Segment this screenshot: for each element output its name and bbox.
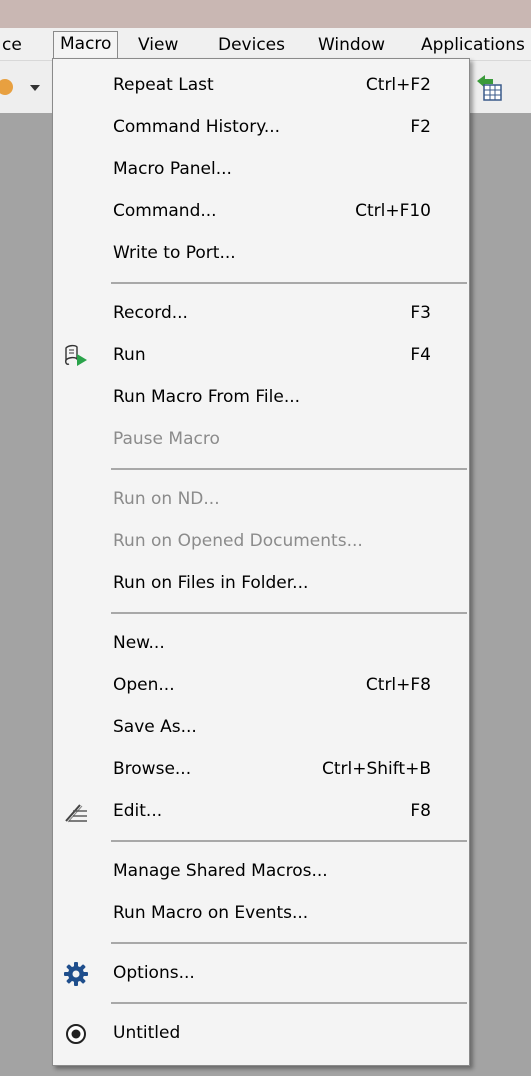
menu-item-label: Untitled bbox=[113, 1023, 181, 1043]
menu-item-run-on-opened-documents: Run on Opened Documents... bbox=[53, 523, 469, 561]
menu-item-run-macro-on-events[interactable]: Run Macro on Events... bbox=[53, 895, 469, 933]
menu-item-pause-macro: Pause Macro bbox=[53, 421, 469, 459]
menu-item-label: Run on ND... bbox=[113, 489, 220, 509]
menu-item-label: Repeat Last bbox=[113, 75, 214, 95]
menu-item-label: Open... bbox=[113, 675, 175, 695]
menubar-item-view[interactable]: View bbox=[138, 33, 178, 59]
menubar-item-applications[interactable]: Applications bbox=[421, 33, 525, 59]
menu-item-shortcut: F2 bbox=[410, 117, 431, 137]
toolbar-dropdown-icon[interactable] bbox=[0, 75, 50, 105]
menu-item-label: Run bbox=[113, 345, 146, 365]
menu-item-label: Pause Macro bbox=[113, 429, 220, 449]
menu-item-new[interactable]: New... bbox=[53, 625, 469, 663]
menu-item-label: New... bbox=[113, 633, 165, 653]
menu-item-label: Save As... bbox=[113, 717, 197, 737]
menu-item-edit[interactable]: Edit... F8 bbox=[53, 793, 469, 831]
menu-item-label: Options... bbox=[113, 963, 195, 983]
menu-item-record[interactable]: Record... F3 bbox=[53, 295, 469, 333]
menubar-item-devices[interactable]: Devices bbox=[218, 33, 285, 59]
menu-item-open[interactable]: Open... Ctrl+F8 bbox=[53, 667, 469, 705]
run-macro-icon bbox=[63, 343, 89, 369]
menu-item-label: Write to Port... bbox=[113, 243, 236, 263]
menu-item-repeat-last[interactable]: Repeat Last Ctrl+F2 bbox=[53, 67, 469, 105]
macro-menu: Repeat Last Ctrl+F2 Command History... F… bbox=[52, 58, 470, 1066]
menu-separator bbox=[111, 840, 467, 842]
gear-icon bbox=[63, 961, 89, 987]
menu-separator bbox=[111, 612, 467, 614]
menu-item-browse[interactable]: Browse... Ctrl+Shift+B bbox=[53, 751, 469, 789]
menu-item-label: Run on Files in Folder... bbox=[113, 573, 309, 593]
menu-item-command[interactable]: Command... Ctrl+F10 bbox=[53, 193, 469, 231]
menu-item-macro-panel[interactable]: Macro Panel... bbox=[53, 151, 469, 189]
menu-separator bbox=[111, 468, 467, 470]
menubar-item-truncated[interactable]: ce bbox=[2, 33, 22, 59]
menu-item-run-on-files-in-folder[interactable]: Run on Files in Folder... bbox=[53, 565, 469, 603]
menu-item-label: Run Macro on Events... bbox=[113, 903, 309, 923]
menu-item-untitled[interactable]: Untitled bbox=[53, 1015, 469, 1053]
edit-macro-icon bbox=[63, 799, 89, 825]
menu-separator bbox=[111, 1002, 467, 1004]
menu-item-label: Browse... bbox=[113, 759, 192, 779]
menu-separator bbox=[111, 942, 467, 944]
menu-item-run-macro-from-file[interactable]: Run Macro From File... bbox=[53, 379, 469, 417]
menubar: ce Macro View Devices Window Application… bbox=[0, 28, 531, 62]
menu-item-write-to-port[interactable]: Write to Port... bbox=[53, 235, 469, 273]
menu-item-command-history[interactable]: Command History... F2 bbox=[53, 109, 469, 147]
menu-separator bbox=[111, 282, 467, 284]
menu-item-label: Manage Shared Macros... bbox=[113, 861, 328, 881]
window-titlebar bbox=[0, 0, 531, 28]
menu-item-options[interactable]: Options... bbox=[53, 955, 469, 993]
menu-item-save-as[interactable]: Save As... bbox=[53, 709, 469, 747]
menu-item-shortcut: Ctrl+F8 bbox=[365, 675, 431, 695]
menu-item-label: Command... bbox=[113, 201, 217, 221]
menu-item-manage-shared-macros[interactable]: Manage Shared Macros... bbox=[53, 853, 469, 891]
spreadsheet-icon[interactable] bbox=[475, 73, 503, 107]
radio-selected-icon bbox=[63, 1021, 89, 1047]
menu-item-run[interactable]: Run F4 bbox=[53, 337, 469, 375]
menu-item-shortcut: F4 bbox=[410, 345, 431, 365]
menu-item-shortcut: Ctrl+F2 bbox=[365, 75, 431, 95]
menu-item-shortcut: F8 bbox=[410, 801, 431, 821]
menu-item-shortcut: Ctrl+F10 bbox=[355, 201, 431, 221]
menu-item-label: Macro Panel... bbox=[113, 159, 232, 179]
menu-item-shortcut: F3 bbox=[410, 303, 431, 323]
menu-item-label: Edit... bbox=[113, 801, 163, 821]
menu-item-label: Run on Opened Documents... bbox=[113, 531, 363, 551]
menu-item-label: Run Macro From File... bbox=[113, 387, 301, 407]
menu-item-label: Record... bbox=[113, 303, 188, 323]
menubar-item-window[interactable]: Window bbox=[318, 33, 385, 59]
menu-item-shortcut: Ctrl+Shift+B bbox=[321, 759, 431, 779]
menu-item-run-on-nd: Run on ND... bbox=[53, 481, 469, 519]
menu-item-label: Command History... bbox=[113, 117, 281, 137]
